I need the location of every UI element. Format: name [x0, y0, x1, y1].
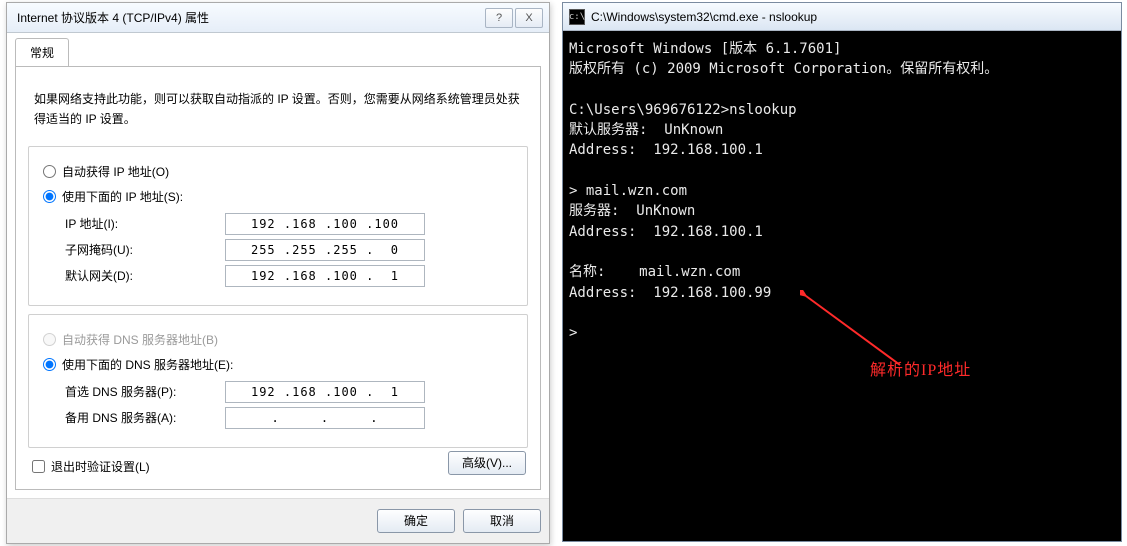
close-icon: X: [525, 12, 532, 24]
cmd-line: 默认服务器: UnKnown: [569, 122, 723, 138]
annotation-label: 解析的IP地址: [870, 356, 971, 380]
cmd-line: 名称: mail.wzn.com: [569, 264, 740, 280]
default-gateway-input[interactable]: [225, 265, 425, 287]
radio-dns-manual-label: 使用下面的 DNS 服务器地址(E):: [62, 356, 233, 373]
advanced-button[interactable]: 高级(V)...: [448, 451, 526, 475]
help-button[interactable]: ?: [485, 8, 513, 28]
radio-ip-manual[interactable]: [43, 190, 56, 203]
radio-dns-auto-label: 自动获得 DNS 服务器地址(B): [62, 331, 218, 348]
cmd-line: Address: 192.168.100.1: [569, 224, 763, 240]
cmd-icon: c:\: [569, 9, 585, 25]
preferred-dns-label: 首选 DNS 服务器(P):: [65, 383, 225, 400]
cmd-line: Microsoft Windows [版本 6.1.7601]: [569, 41, 841, 57]
dns-settings-group: 自动获得 DNS 服务器地址(B) 使用下面的 DNS 服务器地址(E): 首选…: [28, 314, 528, 448]
cmd-line: Address: 192.168.100.1: [569, 142, 763, 158]
cmd-line: >: [569, 325, 577, 341]
dialog-titlebar[interactable]: Internet 协议版本 4 (TCP/IPv4) 属性 ? X: [7, 3, 549, 33]
subnet-mask-input[interactable]: [225, 239, 425, 261]
cmd-line: 版权所有 (c) 2009 Microsoft Corporation。保留所有…: [569, 61, 998, 77]
ip-address-label: IP 地址(I):: [65, 215, 225, 232]
preferred-dns-input[interactable]: [225, 381, 425, 403]
cmd-line: 服务器: UnKnown: [569, 203, 695, 219]
cancel-button[interactable]: 取消: [463, 509, 541, 533]
ipv4-properties-dialog: Internet 协议版本 4 (TCP/IPv4) 属性 ? X 常规 如果网…: [6, 2, 550, 544]
subnet-mask-label: 子网掩码(U):: [65, 241, 225, 258]
cmd-line: > mail.wzn.com: [569, 183, 687, 199]
alternate-dns-label: 备用 DNS 服务器(A):: [65, 409, 225, 426]
tab-page-general: 如果网络支持此功能，则可以获取自动指派的 IP 设置。否则，您需要从网络系统管理…: [15, 66, 541, 490]
radio-ip-auto-label: 自动获得 IP 地址(O): [62, 163, 169, 180]
validate-on-exit-label: 退出时验证设置(L): [51, 458, 150, 475]
tab-general[interactable]: 常规: [15, 38, 69, 66]
dialog-title: Internet 协议版本 4 (TCP/IPv4) 属性: [13, 9, 483, 26]
ok-button[interactable]: 确定: [377, 509, 455, 533]
alternate-dns-input[interactable]: [225, 407, 425, 429]
radio-ip-auto[interactable]: [43, 165, 56, 178]
cmd-window: c:\ C:\Windows\system32\cmd.exe - nslook…: [562, 2, 1122, 542]
cmd-line: C:\Users\969676122>nslookup: [569, 102, 797, 118]
help-icon: ?: [496, 12, 502, 24]
ip-address-input[interactable]: [225, 213, 425, 235]
validate-on-exit-checkbox[interactable]: [32, 460, 45, 473]
default-gateway-label: 默认网关(D):: [65, 267, 225, 284]
cmd-title: C:\Windows\system32\cmd.exe - nslookup: [591, 10, 1115, 24]
close-button[interactable]: X: [515, 8, 543, 28]
cmd-line: Address: 192.168.100.99: [569, 285, 771, 301]
cmd-titlebar[interactable]: c:\ C:\Windows\system32\cmd.exe - nslook…: [563, 3, 1121, 31]
radio-dns-auto: [43, 333, 56, 346]
radio-dns-manual[interactable]: [43, 358, 56, 371]
ip-settings-group: 自动获得 IP 地址(O) 使用下面的 IP 地址(S): IP 地址(I): …: [28, 146, 528, 306]
description-text: 如果网络支持此功能，则可以获取自动指派的 IP 设置。否则，您需要从网络系统管理…: [34, 89, 522, 130]
cmd-output[interactable]: Microsoft Windows [版本 6.1.7601] 版权所有 (c)…: [563, 31, 1121, 541]
radio-ip-manual-label: 使用下面的 IP 地址(S):: [62, 188, 183, 205]
